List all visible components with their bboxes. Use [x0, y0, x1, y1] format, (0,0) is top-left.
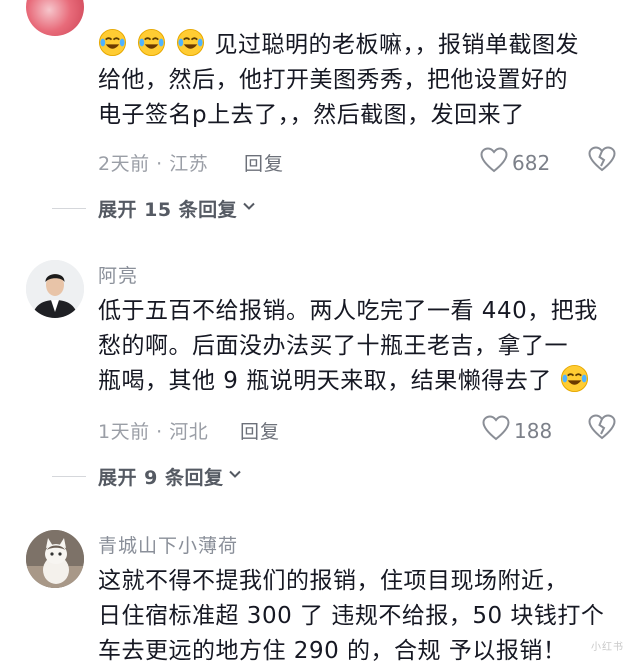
like-count: 188 — [514, 418, 553, 443]
expand-replies-button[interactable]: 展开 9 条回复 — [52, 461, 243, 491]
comment-line: 这就不得不提我们的报销，住项目现场附近， — [98, 568, 568, 594]
reply-button[interactable]: 回复 — [240, 417, 280, 444]
time-location: 2天前 · 江苏 — [98, 153, 209, 175]
comment-item: 见过聪明的老板嘛，，报销单截图发 给他，然后，他打开美图秀秀，把他设置好的 电子… — [0, 0, 640, 230]
comment-content: 低于五百不给报销。两人吃完了一看 440，把我 愁的啊。后面没办法买了十瓶王老吉… — [98, 294, 622, 399]
expand-replies-button[interactable]: 展开 15 条回复 — [52, 193, 257, 223]
dislike-button[interactable] — [588, 414, 616, 445]
heart-outline-icon — [480, 147, 512, 178]
comment-line: 给他，然后，他打开美图秀秀，把他设置好的 — [98, 67, 568, 93]
dislike-button[interactable] — [588, 146, 616, 177]
comment-line: 车去更远的地方住 290 的，合规 予以报销！ — [98, 638, 567, 664]
chevron-down-icon — [237, 197, 257, 219]
comment-line: 电子签名p上去了，，然后截图，发回来了 — [98, 102, 525, 128]
comment-line: 见过聪明的老板嘛，，报销单截图发 — [214, 32, 579, 58]
chevron-down-icon — [223, 465, 243, 487]
crying-laughing-emoji — [176, 28, 215, 58]
avatar[interactable] — [26, 530, 84, 588]
comment-meta: 1天前 · 河北 回复 188 — [98, 414, 622, 447]
comment-item: 青城山下小薄荷 这就不得不提我们的报销，住项目现场附近， 日住宿标准超 300 … — [0, 520, 640, 664]
comment-line: 日住宿标准超 300 了 违规不给报，50 块钱打个 — [98, 603, 605, 629]
comment-line: 瓶喝，其他 9 瓶说明天来取，结果懒得去了 — [98, 368, 552, 394]
avatar[interactable] — [26, 0, 84, 36]
divider — [52, 475, 86, 477]
like-button[interactable]: 188 — [482, 415, 552, 446]
reply-button[interactable]: 回复 — [244, 149, 284, 176]
crying-laughing-emoji — [552, 364, 591, 394]
broken-heart-icon — [588, 146, 616, 177]
crying-laughing-emoji — [137, 28, 176, 58]
comment-content: 这就不得不提我们的报销，住项目现场附近， 日住宿标准超 300 了 违规不给报，… — [98, 564, 622, 669]
crying-laughing-emoji — [98, 28, 137, 58]
time-location: 1天前 · 河北 — [98, 421, 209, 443]
comment-author[interactable]: 青城山下小薄荷 — [98, 531, 238, 558]
comment-meta: 2天前 · 江苏 回复 682 — [98, 146, 622, 179]
divider — [52, 207, 86, 209]
comment-line: 愁的啊。后面没办法买了十瓶王老吉，拿了一 — [98, 333, 568, 359]
comment-content: 见过聪明的老板嘛，，报销单截图发 给他，然后，他打开美图秀秀，把他设置好的 电子… — [98, 28, 622, 133]
like-button[interactable]: 682 — [480, 147, 550, 178]
watermark: 小红书 — [591, 642, 624, 653]
avatar[interactable] — [26, 260, 84, 318]
comment-line: 低于五百不给报销。两人吃完了一看 440，把我 — [98, 298, 598, 324]
like-count: 682 — [512, 150, 551, 175]
comment-item: 阿亮 低于五百不给报销。两人吃完了一看 440，把我 愁的啊。后面没办法买了十瓶… — [0, 250, 640, 510]
heart-outline-icon — [482, 415, 514, 446]
expand-replies-label: 展开 15 条回复 — [98, 198, 238, 221]
expand-replies-label: 展开 9 条回复 — [98, 466, 224, 489]
broken-heart-icon — [588, 414, 616, 445]
comment-author[interactable]: 阿亮 — [98, 261, 138, 288]
